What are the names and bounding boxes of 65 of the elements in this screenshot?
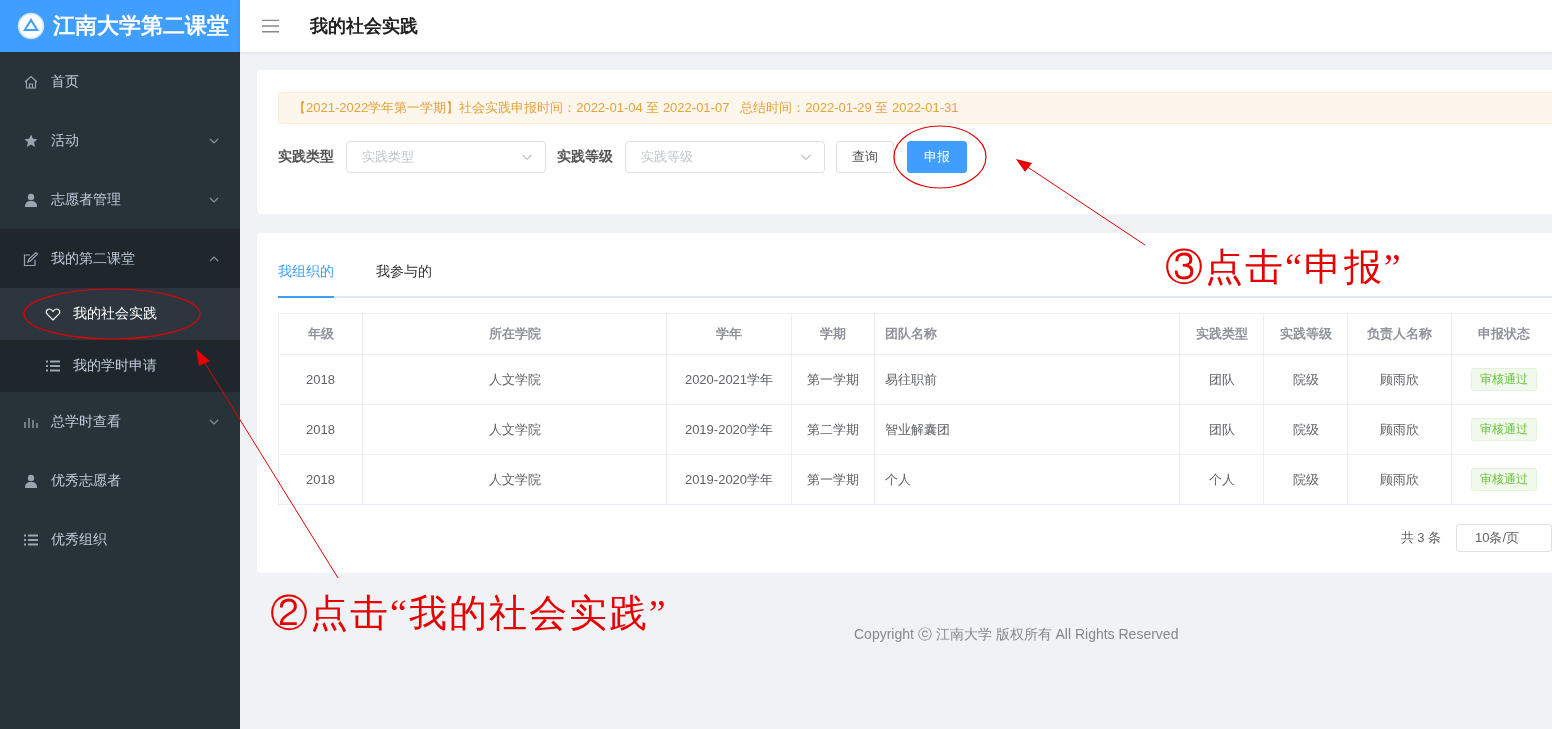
table-cell: 2019-2020学年 — [666, 454, 792, 505]
sidebar-item[interactable]: 活动 — [0, 111, 240, 170]
column-header: 实践类型 — [1179, 313, 1264, 355]
status-tag: 审核通过 — [1470, 468, 1537, 491]
column-header: 学期 — [791, 313, 875, 355]
column-header: 年级 — [278, 313, 363, 355]
menu-icon[interactable] — [262, 19, 279, 33]
tab[interactable]: 我参与的 — [376, 263, 432, 296]
sidebar-item[interactable]: 优秀志愿者 — [0, 451, 240, 510]
table-cell: 2018 — [278, 354, 363, 405]
column-header: 团队名称 — [874, 313, 1180, 355]
app-title: 江南大学第二课堂 — [53, 12, 229, 40]
status-tag: 审核通过 — [1470, 368, 1537, 391]
table-cell: 第一学期 — [791, 354, 875, 405]
page-title: 我的社会实践 — [310, 15, 418, 38]
table-cell: 人文学院 — [362, 454, 667, 505]
filter-label: 实践等级 — [557, 148, 613, 166]
sidebar-item[interactable]: 优秀组织 — [0, 510, 240, 569]
column-header: 申报状态 — [1451, 313, 1552, 355]
table-cell: 2020-2021学年 — [666, 354, 792, 405]
heart-icon — [45, 306, 61, 322]
submenu-item[interactable]: 我的学时申请 — [0, 340, 240, 392]
list-icon — [45, 358, 61, 374]
table-cell: 个人 — [1179, 454, 1264, 505]
notice-bar: 【2021-2022学年第一学期】社会实践申报时间：2022-01-04 至 2022-01-07 总结时间：2022-01-29 至 2022-01-31 — [278, 92, 1552, 124]
annotation-text: ③点击“申报” — [1165, 245, 1403, 290]
table-cell: 人文学院 — [362, 354, 667, 405]
column-header: 负责人名称 — [1347, 313, 1452, 355]
sidebar-item[interactable]: 志愿者管理 — [0, 170, 240, 229]
table-cell: 2019-2020学年 — [666, 404, 792, 455]
copyright-text: Copyright ⓒ 江南大学 版权所有 All Rights Reserved — [854, 626, 1180, 644]
table-cell: 2018 — [278, 454, 363, 505]
home-icon — [23, 73, 39, 90]
sidebar-item[interactable]: 总学时查看 — [0, 392, 240, 451]
submenu-item[interactable]: 我的社会实践 — [0, 288, 240, 340]
column-header: 所在学院 — [362, 313, 667, 355]
table-cell: 团队 — [1179, 354, 1264, 405]
sidebar-item[interactable]: 我的第二课堂 — [0, 229, 240, 288]
table-cell: 易往职前 — [874, 354, 1180, 405]
filter-label: 实践类型 — [278, 148, 334, 166]
table-cell: 院级 — [1263, 454, 1348, 505]
person-icon — [23, 472, 39, 489]
logo-icon — [17, 12, 45, 40]
table-cell: 顾雨欣 — [1347, 354, 1452, 405]
sidebar-item[interactable]: 首页 — [0, 52, 240, 111]
query-button[interactable]: 查询 — [836, 141, 894, 173]
table-cell: 智业解囊团 — [874, 404, 1180, 455]
page-size-select[interactable]: 10条/页 — [1456, 524, 1552, 552]
column-header: 实践等级 — [1263, 313, 1348, 355]
table-cell: 院级 — [1263, 404, 1348, 455]
table-cell: 人文学院 — [362, 404, 667, 455]
total-count: 共 3 条 — [1400, 529, 1441, 547]
table-cell: 顾雨欣 — [1347, 404, 1452, 455]
person-icon — [23, 191, 39, 208]
column-header: 学年 — [666, 313, 792, 355]
table-cell: 第一学期 — [791, 454, 875, 505]
edit-icon — [23, 250, 39, 267]
annotation-text: ②点击“我的社会实践” — [270, 591, 668, 636]
table-cell: 团队 — [1179, 404, 1264, 455]
table-cell: 2018 — [278, 404, 363, 455]
table-cell: 个人 — [874, 454, 1180, 505]
table-cell: 顾雨欣 — [1347, 454, 1452, 505]
table-cell: 院级 — [1263, 354, 1348, 405]
table-cell: 第二学期 — [791, 404, 875, 455]
status-tag: 审核通过 — [1470, 418, 1537, 441]
